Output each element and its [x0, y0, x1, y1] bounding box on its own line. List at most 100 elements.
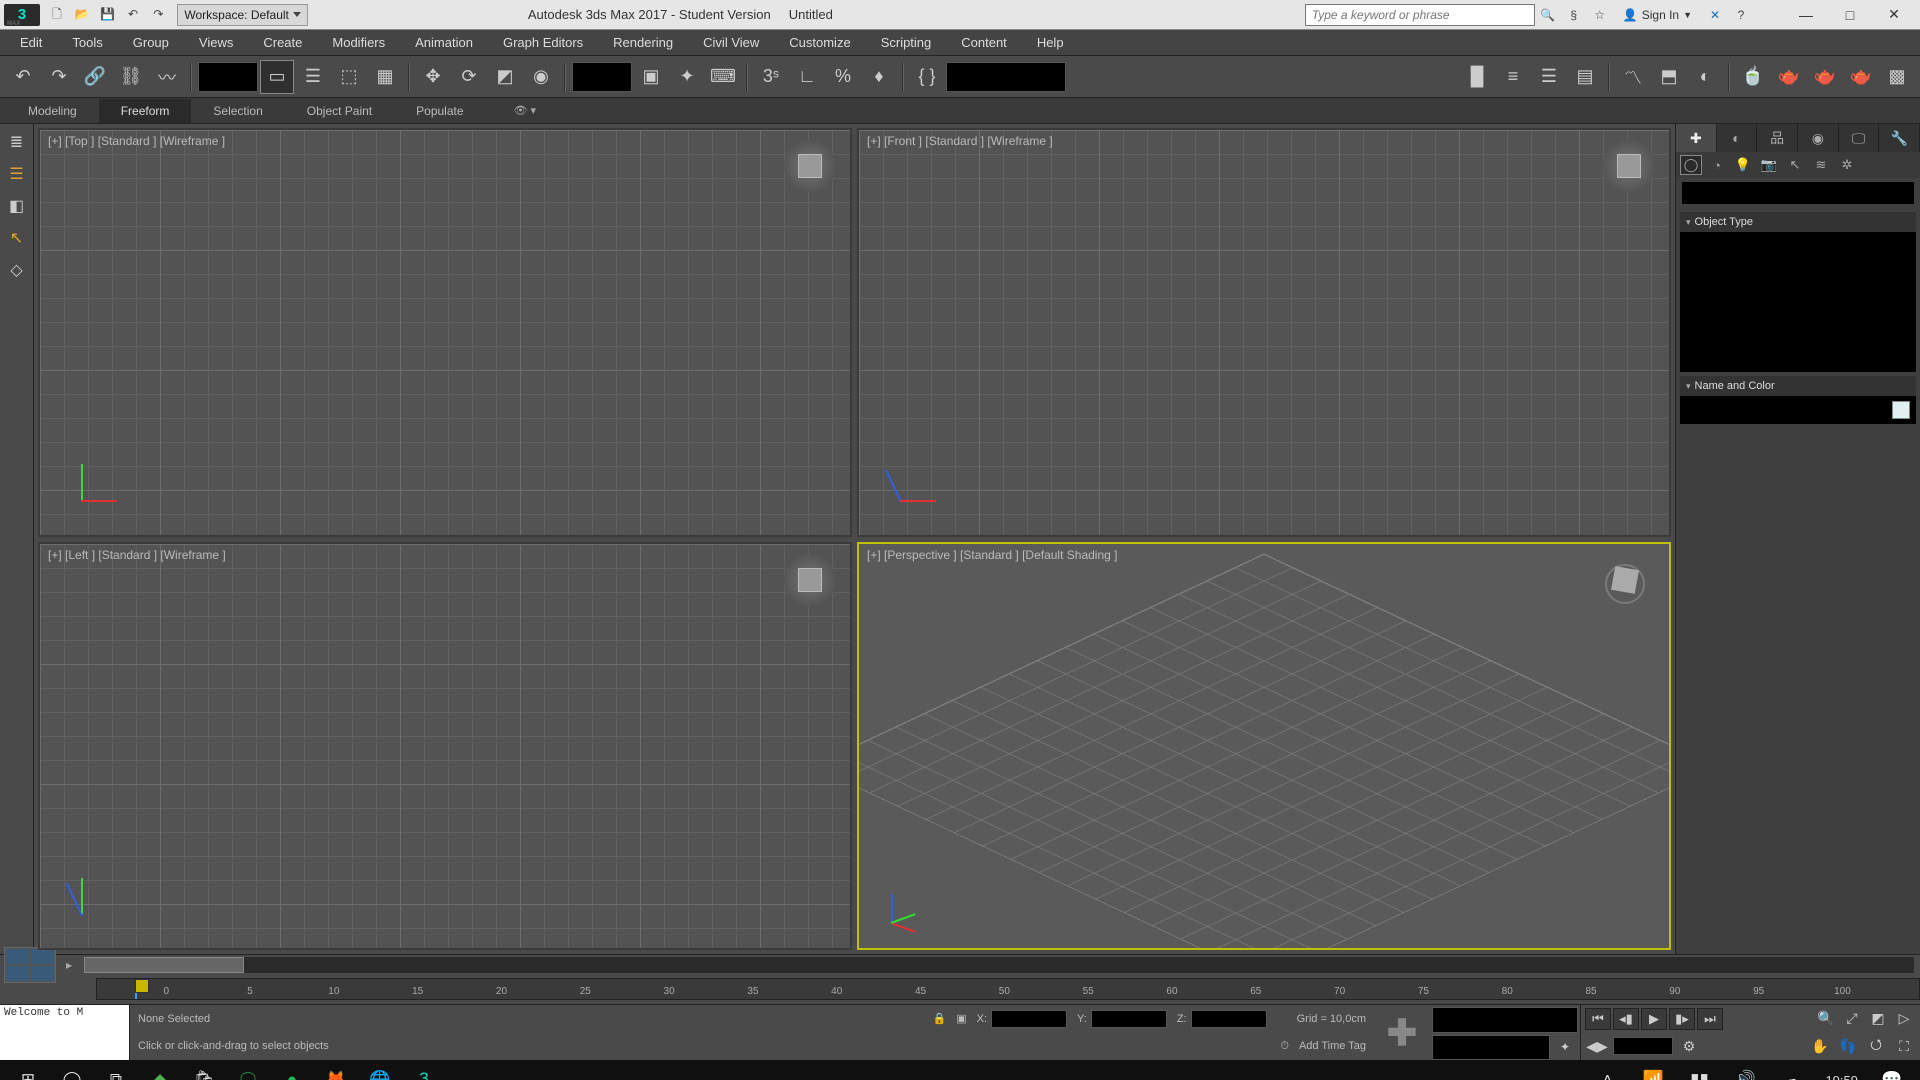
3dsmax-task-icon[interactable]: 3: [402, 1060, 446, 1080]
material-editor-button[interactable]: ◐: [1688, 60, 1722, 94]
wifi-icon[interactable]: 📶: [1631, 1060, 1675, 1080]
store-icon[interactable]: 🛍: [182, 1060, 226, 1080]
viewcube-icon[interactable]: [784, 140, 836, 192]
menu-help[interactable]: Help: [1023, 31, 1078, 55]
spotify-icon[interactable]: ●: [270, 1060, 314, 1080]
add-time-tag[interactable]: Add Time Tag: [1299, 1040, 1366, 1052]
hide-icon[interactable]: ◇: [3, 256, 31, 284]
bind-spacewarp-button[interactable]: 〰: [150, 60, 184, 94]
menu-group[interactable]: Group: [119, 31, 183, 55]
shapes-icon[interactable]: ◔: [1706, 155, 1728, 175]
mirror-button[interactable]: ▐▌: [1460, 60, 1494, 94]
layer-explorer-button[interactable]: ☰: [1532, 60, 1566, 94]
render-a360-button[interactable]: 🫖: [1808, 60, 1842, 94]
key-filters-icon[interactable]: ✦: [1552, 1035, 1578, 1060]
helpers-icon[interactable]: ↖: [1784, 155, 1806, 175]
select-by-name-button[interactable]: ☰: [296, 60, 330, 94]
redo-button[interactable]: ↷: [42, 60, 76, 94]
viewport-front[interactable]: [+] [Front ] [Standard ] [Wireframe ]: [857, 128, 1671, 537]
subscription-icon[interactable]: §: [1561, 2, 1587, 28]
render-setup-button[interactable]: 🍵: [1736, 60, 1770, 94]
object-color-swatch[interactable]: [1892, 401, 1910, 419]
animation-set-key-button[interactable]: ✚: [1378, 1009, 1426, 1057]
create-tab[interactable]: ✚: [1676, 124, 1717, 152]
curve-editor-button[interactable]: 〽: [1616, 60, 1650, 94]
ribbon-tab-freeform[interactable]: Freeform: [99, 99, 192, 123]
menu-content[interactable]: Content: [947, 31, 1021, 55]
prev-frame-button[interactable]: ◂▮: [1613, 1008, 1639, 1030]
minimize-button[interactable]: —: [1784, 1, 1828, 29]
ribbon-tab-selection[interactable]: Selection: [191, 99, 284, 123]
frame-zero-key[interactable]: [135, 979, 149, 993]
timeline-ruler[interactable]: 0 5 10 15 20 25 30 35 40 45 50 55 60 65 …: [96, 978, 1920, 1000]
close-button[interactable]: ✕: [1872, 1, 1916, 29]
taskview-icon[interactable]: ⧉: [94, 1060, 138, 1080]
layers-icon[interactable]: ☰: [3, 160, 31, 188]
time-config-icon[interactable]: ◀▶: [1585, 1035, 1609, 1057]
rollout-object-type[interactable]: Object Type: [1680, 212, 1916, 232]
viewcube-icon[interactable]: [1597, 556, 1653, 612]
ribbon-tab-populate[interactable]: Populate: [394, 99, 485, 123]
cameras-icon[interactable]: 📷: [1758, 155, 1780, 175]
tray-expand-icon[interactable]: ˄: [1585, 1060, 1629, 1080]
refcoord-dropdown[interactable]: [572, 62, 632, 92]
save-icon[interactable]: 💾: [97, 3, 119, 25]
lights-icon[interactable]: 💡: [1732, 155, 1754, 175]
favorite-icon[interactable]: ☆: [1587, 2, 1613, 28]
zoom-all-icon[interactable]: ⤢: [1840, 1008, 1864, 1030]
spinner-snap-button[interactable]: ♦: [862, 60, 896, 94]
select-object-button[interactable]: ▭: [260, 60, 294, 94]
menu-views[interactable]: Views: [185, 31, 247, 55]
orbit-icon[interactable]: ⭯: [1864, 1035, 1888, 1057]
viewport-left[interactable]: [+] [Left ] [Standard ] [Wireframe ]: [38, 542, 852, 951]
snap-toggle-button[interactable]: 3ˢ: [754, 60, 788, 94]
render-frame-button[interactable]: 🫖: [1772, 60, 1806, 94]
placement-button[interactable]: ◉: [524, 60, 558, 94]
angle-snap-button[interactable]: ∟: [790, 60, 824, 94]
utilities-tab[interactable]: 🔧: [1879, 124, 1920, 152]
scale-button[interactable]: ◩: [488, 60, 522, 94]
hierarchy-tab[interactable]: 品: [1757, 124, 1798, 152]
menu-edit[interactable]: Edit: [6, 31, 56, 55]
menu-scripting[interactable]: Scripting: [867, 31, 946, 55]
menu-customize[interactable]: Customize: [775, 31, 864, 55]
start-button[interactable]: ⊞: [6, 1060, 50, 1080]
workspace-dropdown[interactable]: Workspace: Default: [177, 4, 308, 26]
open-icon[interactable]: 📂: [71, 3, 93, 25]
render-production-button[interactable]: 🫖: [1844, 60, 1878, 94]
rollout-name-color[interactable]: Name and Color: [1680, 376, 1916, 396]
rotate-button[interactable]: ⟳: [452, 60, 486, 94]
onedrive-icon[interactable]: ☁: [1769, 1060, 1813, 1080]
ribbon-tab-modeling[interactable]: Modeling: [6, 99, 99, 123]
align-button[interactable]: ≡: [1496, 60, 1530, 94]
modify-tab[interactable]: ◐: [1717, 124, 1758, 152]
fov-icon[interactable]: ▷: [1892, 1008, 1916, 1030]
goto-end-button[interactable]: ⏭: [1697, 1008, 1723, 1030]
current-frame-input[interactable]: [1613, 1037, 1673, 1055]
battery-icon[interactable]: ▮▮: [1677, 1060, 1721, 1080]
whatsapp-icon[interactable]: 🗨: [226, 1060, 270, 1080]
goto-start-button[interactable]: ⏮: [1585, 1008, 1611, 1030]
select-icon[interactable]: ↖: [3, 224, 31, 252]
viewcube-icon[interactable]: [1603, 140, 1655, 192]
rectangle-region-button[interactable]: ⬚: [332, 60, 366, 94]
viewport-perspective[interactable]: [+] [Perspective ] [Standard ] [Default …: [857, 542, 1671, 951]
volume-icon[interactable]: 🔊: [1723, 1060, 1767, 1080]
isolate-icon[interactable]: ▣: [956, 1012, 966, 1025]
set-key-button[interactable]: [1432, 1035, 1550, 1060]
undo-icon[interactable]: ↶: [122, 3, 144, 25]
zoom-icon[interactable]: 🔍: [1814, 1008, 1838, 1030]
infocenter-search-input[interactable]: [1305, 4, 1535, 26]
viewport-front-label[interactable]: [+] [Front ] [Standard ] [Wireframe ]: [867, 134, 1053, 148]
viewport-top-label[interactable]: [+] [Top ] [Standard ] [Wireframe ]: [48, 134, 225, 148]
maximize-viewport-icon[interactable]: ⛶: [1892, 1035, 1916, 1057]
ribbon-expand-icon[interactable]: 👁 ▾: [502, 104, 549, 117]
spacewarps-icon[interactable]: ≋: [1810, 155, 1832, 175]
cortana-icon[interactable]: ◯: [50, 1060, 94, 1080]
zoom-extents-icon[interactable]: ◩: [1866, 1008, 1890, 1030]
maxscript-listener[interactable]: Welcome to M: [0, 1005, 129, 1060]
window-crossing-button[interactable]: ▦: [368, 60, 402, 94]
exchange-icon[interactable]: ✕: [1702, 2, 1728, 28]
pivot-center-button[interactable]: ▣: [634, 60, 668, 94]
category-dropdown[interactable]: [1682, 182, 1914, 204]
